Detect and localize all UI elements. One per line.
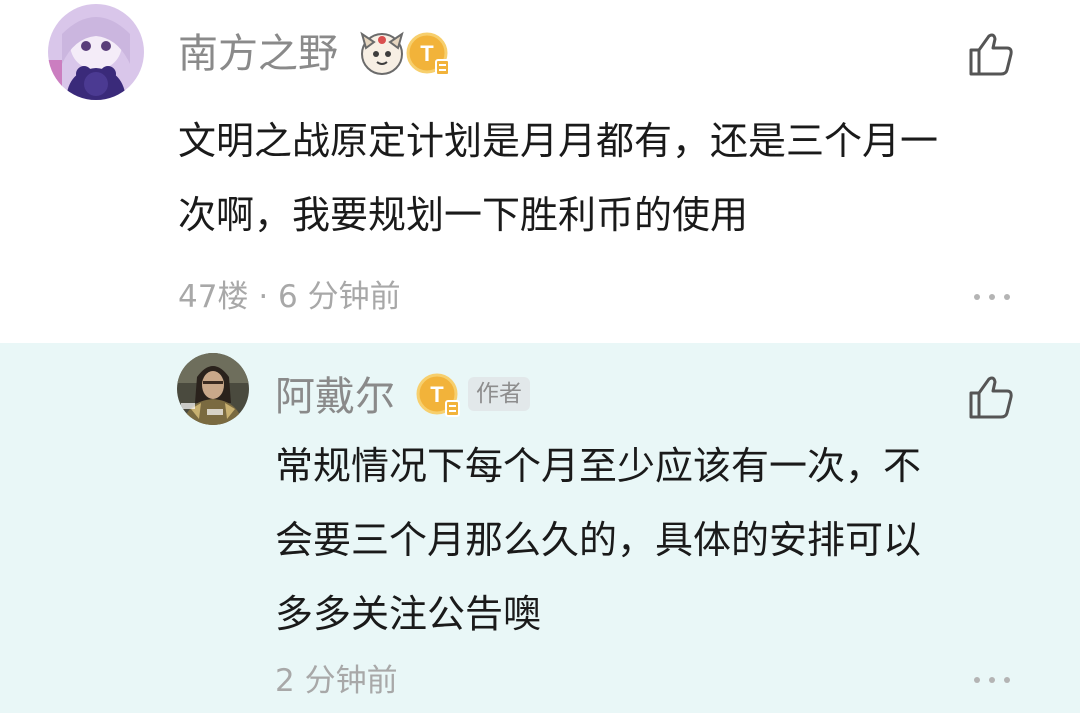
thumbs-up-icon (969, 376, 1013, 419)
meta-separator: · (258, 279, 269, 315)
commenter-avatar[interactable] (48, 4, 144, 100)
svg-text:T: T (430, 382, 444, 407)
comment-card: 南方之野 T 文明之战原定计划是月月都有，还是三个月一 次啊，我要规划一下胜利币… (0, 0, 1080, 343)
comment-text: 文明之战原定计划是月月都有，还是三个月一 次啊，我要规划一下胜利币的使用 (178, 104, 1058, 252)
reply-text-line: 多多关注公告噢 (275, 592, 542, 636)
author-tag: 作者 (468, 377, 530, 411)
reply-text-line: 会要三个月那么久的，具体的安排可以 (275, 518, 922, 562)
author-reply-card: 阿戴尔 T 作者 常规情况下每个月至少应该有一次，不 会要三个月那么久的，具体的… (0, 343, 1080, 713)
floor-number: 47楼 (178, 279, 249, 315)
comment-text-line: 次啊，我要规划一下胜利币的使用 (178, 193, 749, 237)
commenter-username[interactable]: 南方之野 (178, 30, 338, 78)
thumbs-up-icon (969, 33, 1013, 76)
svg-text:T: T (420, 41, 434, 66)
character-sticker-icon (360, 31, 404, 75)
like-button[interactable] (967, 30, 1015, 78)
more-dots-icon (974, 677, 980, 683)
more-options-button[interactable] (972, 291, 1012, 303)
like-button[interactable] (967, 373, 1015, 421)
more-dot (1004, 677, 1010, 683)
more-dot (989, 677, 995, 683)
more-dot (1004, 294, 1010, 300)
coin-badge-icon: T (406, 32, 452, 78)
reply-text: 常规情况下每个月至少应该有一次，不 会要三个月那么久的，具体的安排可以 多多关注… (275, 429, 1055, 651)
comment-meta: 47楼 · 6 分钟前 (178, 277, 401, 317)
comment-text-line: 文明之战原定计划是月月都有，还是三个月一 (178, 119, 939, 163)
comment-time: 6 分钟前 (278, 279, 401, 315)
more-dots-icon (974, 294, 980, 300)
reply-time: 2 分钟前 (275, 663, 398, 699)
coin-badge-icon: T (416, 373, 462, 419)
more-options-button[interactable] (972, 674, 1012, 686)
more-dot (989, 294, 995, 300)
reply-username[interactable]: 阿戴尔 (275, 373, 395, 421)
reply-text-line: 常规情况下每个月至少应该有一次，不 (275, 444, 922, 488)
reply-avatar[interactable] (177, 353, 249, 425)
